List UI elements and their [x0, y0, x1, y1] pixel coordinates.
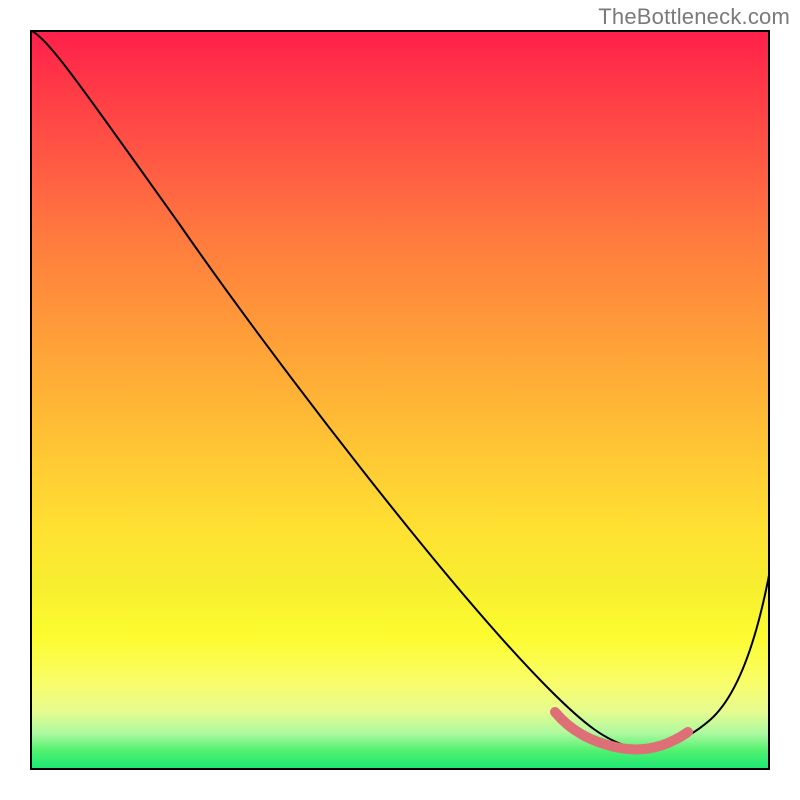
chart-wrap: TheBottleneck.com — [0, 0, 800, 800]
plot-area — [30, 30, 770, 770]
watermark: TheBottleneck.com — [598, 4, 790, 30]
black-curve — [30, 30, 770, 749]
curve-layer — [30, 30, 770, 770]
pink-band — [555, 712, 688, 749]
